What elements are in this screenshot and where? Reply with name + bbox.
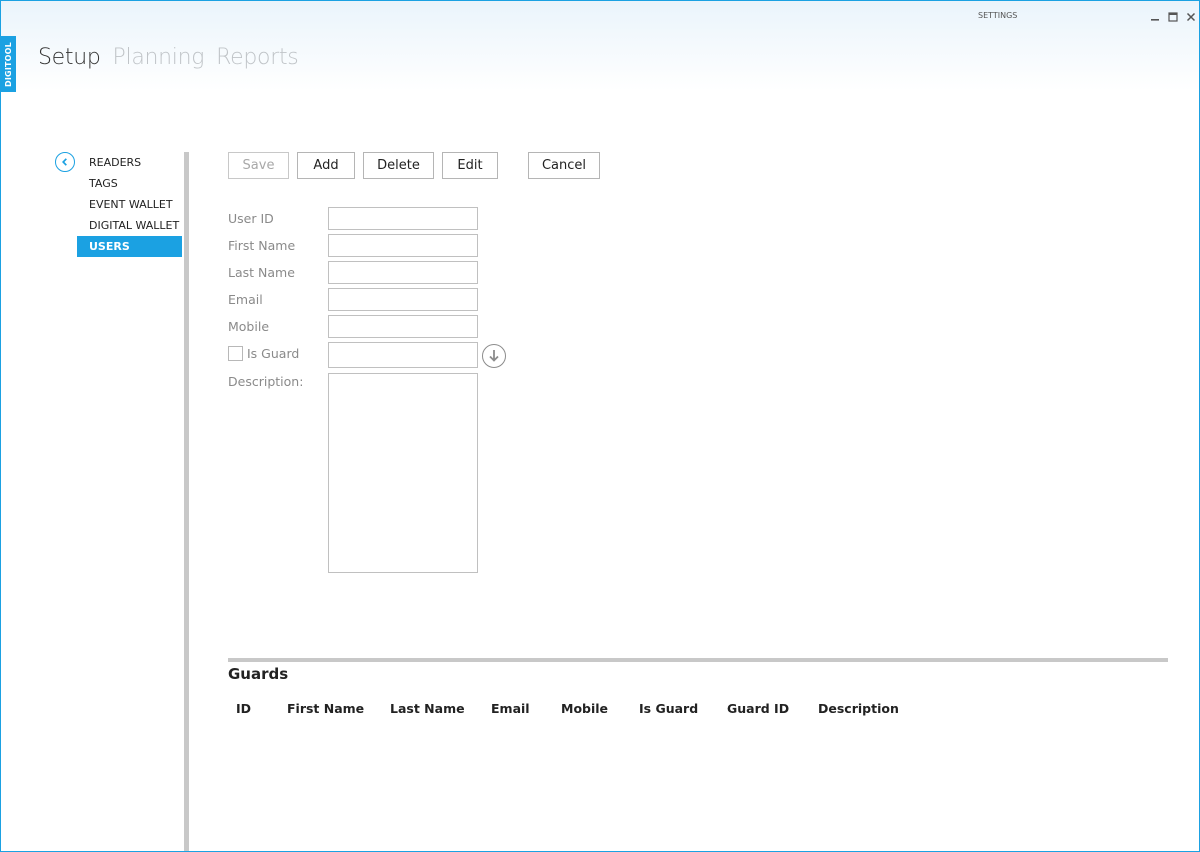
- add-button[interactable]: Add: [297, 152, 355, 179]
- settings-window: DIGITOOL SETTINGS Setup Planning Reports…: [0, 0, 1200, 852]
- first-name-label: First Name: [228, 238, 296, 253]
- app-tag-label: DIGITOOL: [4, 41, 14, 87]
- arrow-down-icon: [489, 350, 499, 362]
- save-button[interactable]: Save: [228, 152, 289, 179]
- mobile-input[interactable]: [328, 315, 478, 338]
- mobile-label: Mobile: [228, 319, 270, 334]
- edit-button[interactable]: Edit: [442, 152, 498, 179]
- top-nav: Setup Planning Reports: [38, 45, 310, 70]
- sidebar-item-event-wallet[interactable]: EVENT WALLET: [77, 194, 182, 215]
- cancel-button[interactable]: Cancel: [528, 152, 600, 179]
- guards-grid-title: Guards: [228, 665, 289, 683]
- sidebar-divider: [184, 152, 189, 851]
- col-header-description[interactable]: Description: [818, 701, 899, 716]
- col-header-email[interactable]: Email: [491, 701, 530, 716]
- nav-planning[interactable]: Planning: [113, 45, 205, 70]
- col-header-last-name[interactable]: Last Name: [390, 701, 465, 716]
- window-controls: [1146, 10, 1199, 24]
- grid-separator: [228, 658, 1168, 662]
- delete-button[interactable]: Delete: [363, 152, 434, 179]
- minimize-icon: [1151, 19, 1159, 21]
- col-header-id[interactable]: ID: [236, 701, 251, 716]
- sidebar-menu: READERS TAGS EVENT WALLET DIGITAL WALLET…: [77, 152, 182, 257]
- nav-setup[interactable]: Setup: [38, 45, 101, 70]
- email-input[interactable]: [328, 288, 478, 311]
- maximize-icon: [1168, 12, 1178, 22]
- user-id-input[interactable]: [328, 207, 478, 230]
- user-id-label: User ID: [228, 211, 274, 226]
- chevron-left-icon: [62, 158, 67, 166]
- first-name-input[interactable]: [328, 234, 478, 257]
- description-label: Description:: [228, 374, 304, 389]
- col-header-mobile[interactable]: Mobile: [561, 701, 608, 716]
- last-name-label: Last Name: [228, 265, 295, 280]
- maximize-button[interactable]: [1164, 10, 1182, 24]
- description-textarea[interactable]: [328, 373, 478, 573]
- col-header-first-name[interactable]: First Name: [287, 701, 364, 716]
- is-guard-checkbox[interactable]: [228, 346, 243, 361]
- sidebar-item-readers[interactable]: READERS: [77, 152, 182, 173]
- sidebar-item-tags[interactable]: TAGS: [77, 173, 182, 194]
- guard-id-input[interactable]: [328, 342, 478, 368]
- nav-reports[interactable]: Reports: [216, 45, 299, 70]
- close-button[interactable]: [1182, 10, 1199, 24]
- close-icon: [1186, 12, 1196, 22]
- sidebar-item-digital-wallet[interactable]: DIGITAL WALLET: [77, 215, 182, 236]
- window-title: SETTINGS: [978, 11, 1018, 20]
- sidebar-item-users[interactable]: USERS: [77, 236, 182, 257]
- col-header-guard-id[interactable]: Guard ID: [727, 701, 789, 716]
- app-tag[interactable]: DIGITOOL: [1, 36, 16, 92]
- col-header-is-guard[interactable]: Is Guard: [639, 701, 698, 716]
- minimize-button[interactable]: [1146, 10, 1164, 24]
- email-label: Email: [228, 292, 263, 307]
- back-button[interactable]: [55, 152, 75, 172]
- is-guard-label: Is Guard: [247, 346, 300, 361]
- last-name-input[interactable]: [328, 261, 478, 284]
- download-button[interactable]: [482, 344, 506, 368]
